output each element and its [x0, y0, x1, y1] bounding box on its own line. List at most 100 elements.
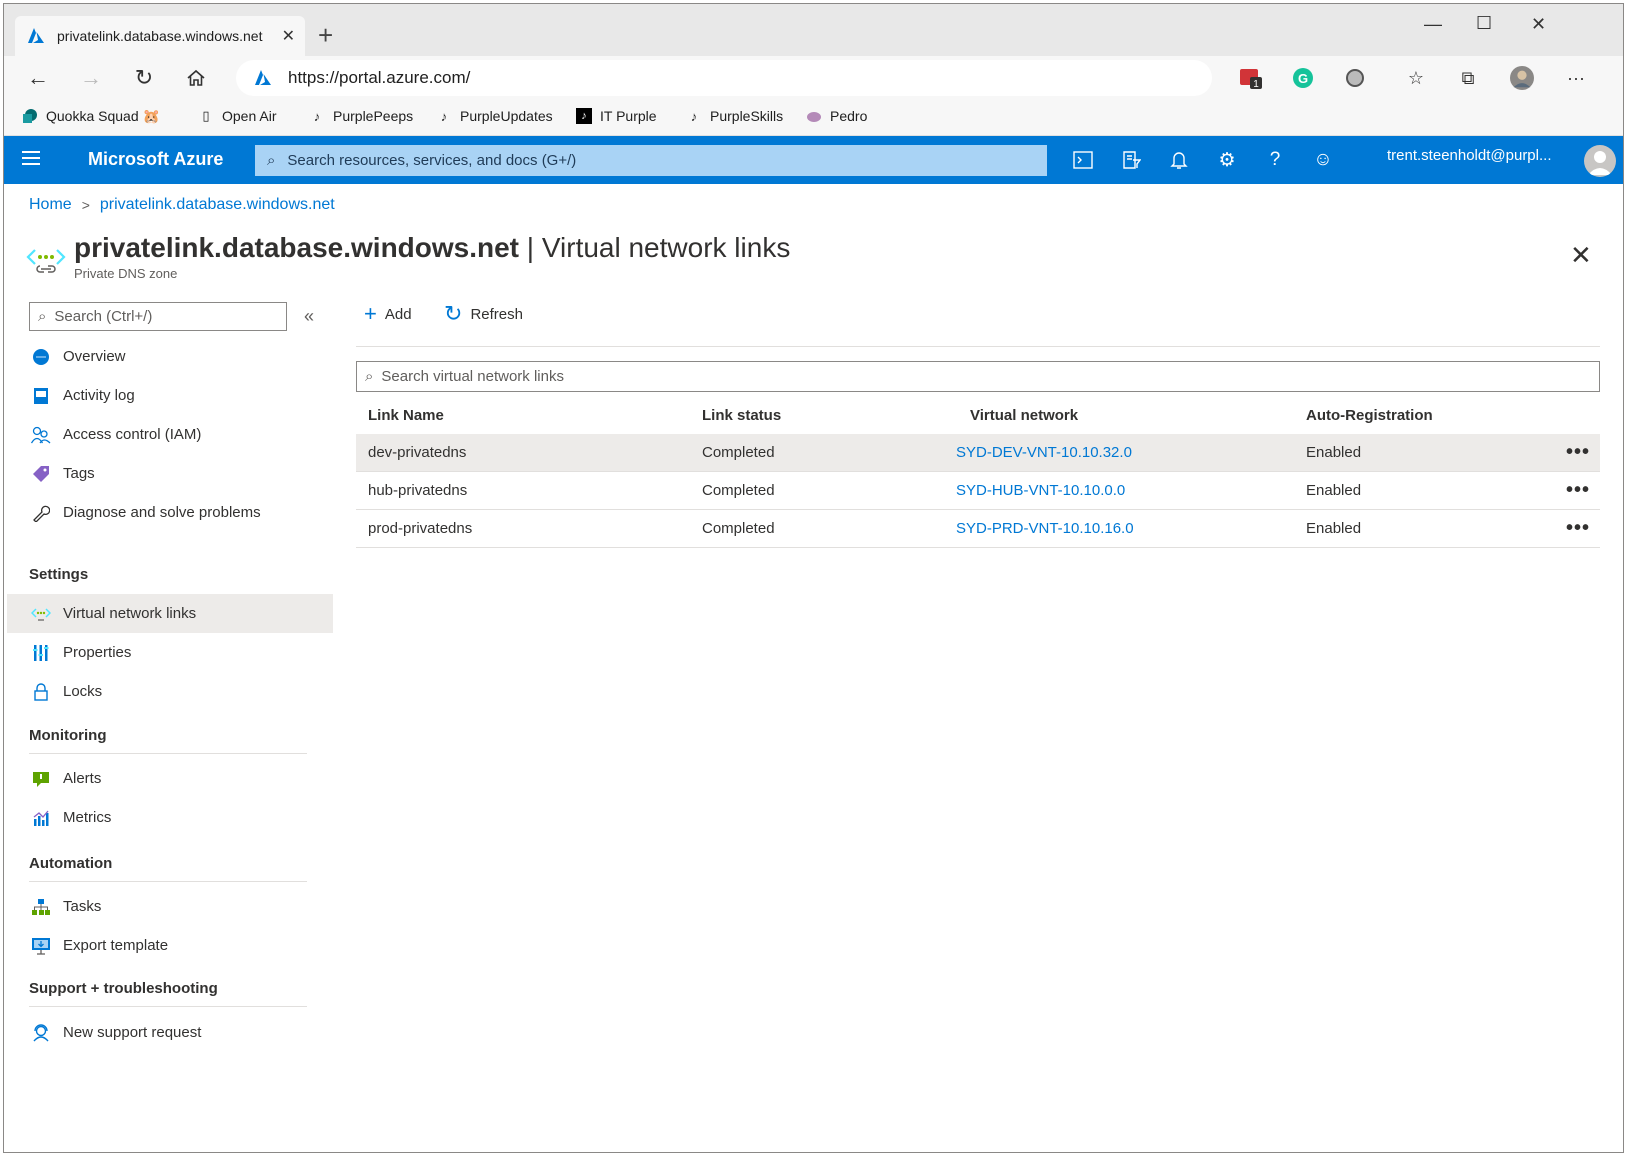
add-button[interactable]: + Add [364, 303, 412, 325]
notifications-icon[interactable] [1167, 148, 1191, 172]
page-subtitle: Private DNS zone [74, 266, 178, 281]
reload-icon[interactable]: ↻ [130, 64, 158, 92]
more-menu-icon[interactable]: ··· [1564, 67, 1588, 89]
extension-circle-icon[interactable] [1343, 67, 1367, 89]
bookmark-quokka-squad[interactable]: Quokka Squad 🐹 [22, 108, 160, 125]
global-search-input[interactable]: ⌕ Search resources, services, and docs (… [255, 145, 1047, 176]
row-more-icon[interactable]: ••• [1566, 434, 1590, 471]
column-header-auto-registration[interactable]: Auto-Registration [1306, 397, 1433, 434]
settings-gear-icon[interactable]: ⚙ [1215, 148, 1239, 172]
sidebar-item-new-support-request[interactable]: New support request [7, 1013, 333, 1052]
sidebar-item-export-template[interactable]: Export template [7, 926, 333, 965]
grammarly-icon[interactable]: G [1291, 67, 1315, 89]
sidebar-item-diagnose[interactable]: Diagnose and solve problems [7, 493, 333, 532]
sidebar-item-alerts[interactable]: Alerts [7, 759, 333, 798]
table-row[interactable]: dev-privatedns Completed SYD-DEV-VNT-10.… [356, 434, 1600, 472]
breadcrumb-current[interactable]: privatelink.database.windows.net [100, 196, 335, 214]
browser-window: privatelink.database.windows.net ✕ + — ☐… [3, 3, 1624, 1153]
search-icon: ⌕ [267, 152, 276, 169]
collapse-sidebar-icon[interactable]: « [304, 306, 314, 327]
azure-header: Microsoft Azure ⌕ Search resources, serv… [4, 136, 1623, 184]
overview-icon [31, 347, 51, 367]
extension-badge: 1 [1253, 79, 1259, 89]
tab-close-icon[interactable]: ✕ [282, 26, 295, 46]
back-icon[interactable]: ← [24, 64, 52, 92]
azure-brand[interactable]: Microsoft Azure [88, 149, 223, 170]
sidebar-item-metrics[interactable]: Metrics [7, 798, 333, 837]
table-row[interactable]: hub-privatedns Completed SYD-HUB-VNT-10.… [356, 472, 1600, 510]
portal-menu-icon[interactable] [22, 151, 40, 169]
tiktok-icon: ♪ [440, 108, 448, 124]
row-more-icon[interactable]: ••• [1566, 510, 1590, 547]
breadcrumb-home[interactable]: Home [29, 196, 72, 214]
bookmark-purplepeeps[interactable]: ♪ PurplePeeps [309, 108, 413, 124]
bookmarks-bar: Quokka Squad 🐹 ▯ Open Air ♪ PurplePeeps … [4, 100, 1623, 136]
virtual-network-link[interactable]: SYD-DEV-VNT-10.10.32.0 [956, 434, 1132, 471]
sidebar-item-tags[interactable]: Tags [7, 454, 333, 493]
bookmark-open-air[interactable]: ▯ Open Air [198, 108, 276, 124]
extension-todo-icon[interactable]: 1 [1239, 67, 1263, 89]
row-more-icon[interactable]: ••• [1566, 472, 1590, 509]
forward-icon[interactable]: → [77, 64, 105, 92]
sidebar-search-input[interactable]: ⌕ Search (Ctrl+/) [29, 302, 287, 331]
link-name: hub-privatedns [368, 482, 468, 499]
favorites-icon[interactable]: ☆ [1404, 67, 1428, 89]
virtual-network-link[interactable]: SYD-HUB-VNT-10.10.0.0 [956, 472, 1125, 509]
avatar[interactable] [1584, 145, 1616, 177]
tiktok-icon: ♪ [313, 108, 321, 124]
minimize-icon[interactable]: — [1424, 14, 1442, 35]
home-icon[interactable] [182, 64, 210, 92]
site-azure-icon [255, 70, 271, 85]
collections-icon[interactable]: ⧉ [1456, 67, 1480, 89]
search-virtual-network-links-input[interactable]: ⌕ Search virtual network links [356, 361, 1600, 392]
address-bar[interactable]: https://portal.azure.com/ [236, 60, 1212, 96]
new-tab-icon[interactable]: + [318, 21, 333, 49]
directory-filter-icon[interactable] [1119, 148, 1143, 172]
column-header-virtual-network[interactable]: Virtual network [970, 397, 1078, 434]
tag-icon [31, 464, 51, 484]
profile-icon[interactable] [1510, 66, 1534, 90]
column-header-link-name[interactable]: Link Name [368, 397, 444, 434]
bookmark-pedro[interactable]: Pedro [806, 108, 867, 124]
sidebar-item-access-control[interactable]: Access control (IAM) [7, 415, 333, 454]
wrench-icon [31, 503, 51, 523]
browser-tab[interactable]: privatelink.database.windows.net ✕ [15, 16, 305, 56]
sidebar-section-automation: Automation [29, 855, 113, 872]
sidebar-section-monitoring: Monitoring [29, 727, 107, 744]
link-name: prod-privatedns [368, 520, 473, 537]
feedback-smiley-icon[interactable]: ☺ [1311, 148, 1335, 172]
sidebar-item-locks[interactable]: Locks [7, 672, 333, 711]
close-blade-icon[interactable]: ✕ [1570, 240, 1592, 271]
sidebar-item-tasks[interactable]: Tasks [7, 887, 333, 926]
sidebar-item-activity-log[interactable]: Activity log [7, 376, 333, 415]
tiktok-icon: ♪ [690, 108, 698, 124]
azure-favicon-icon [28, 28, 44, 43]
sidebar-item-properties[interactable]: Properties [7, 633, 333, 672]
cloud-shell-icon[interactable] [1071, 148, 1095, 172]
chevron-right-icon: > [81, 197, 90, 213]
page-header: privatelink.database.windows.net | Virtu… [26, 232, 790, 281]
page-title: privatelink.database.windows.net | Virtu… [74, 232, 791, 263]
search-icon: ⌕ [38, 308, 47, 325]
refresh-button[interactable]: ↻ Refresh [444, 303, 523, 325]
window-close-icon[interactable]: ✕ [1531, 14, 1546, 35]
virtual-network-links-table: Link Name Link status Virtual network Au… [356, 397, 1600, 548]
bookmark-purpleupdates[interactable]: ♪ PurpleUpdates [436, 108, 553, 124]
sidebar-item-overview[interactable]: Overview [7, 337, 333, 376]
search-icon: ⌕ [365, 368, 374, 385]
virtual-network-link[interactable]: SYD-PRD-VNT-10.10.16.0 [956, 510, 1134, 547]
table-row[interactable]: prod-privatedns Completed SYD-PRD-VNT-10… [356, 510, 1600, 548]
section-divider [29, 881, 307, 882]
column-header-link-status[interactable]: Link status [702, 397, 781, 434]
bookmark-it-purple[interactable]: ♪ IT Purple [576, 108, 657, 124]
section-divider [29, 753, 307, 754]
link-name: dev-privatedns [368, 444, 467, 461]
help-icon[interactable]: ? [1263, 148, 1287, 172]
bookmark-purpleskills[interactable]: ♪ PurpleSkills [686, 108, 783, 124]
sidebar-item-virtual-network-links[interactable]: Virtual network links [7, 594, 333, 633]
account-name[interactable]: trent.steenholdt@purpl... [1387, 147, 1552, 164]
link-status: Completed [702, 482, 775, 499]
support-person-icon [31, 1023, 51, 1043]
maximize-icon[interactable]: ☐ [1476, 13, 1492, 34]
toolbar-divider [356, 346, 1600, 347]
